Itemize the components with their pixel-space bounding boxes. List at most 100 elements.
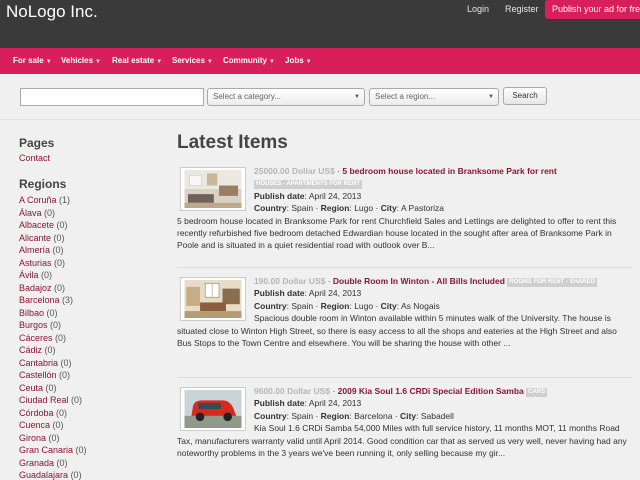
region-item: Girona (0) [19, 432, 149, 445]
listing-price: 190.00 Dollar US$ [254, 276, 326, 286]
category-tag[interactable]: HOUSES - APARTMENTS FOR RENT [254, 180, 363, 190]
nav-real-estate[interactable]: Real estate ▼ [112, 56, 162, 65]
region-item: Cantabria (0) [19, 357, 149, 370]
chevron-down-icon: ▼ [45, 59, 52, 65]
region-link[interactable]: A Coruña [19, 195, 57, 205]
category-tag[interactable]: ROOMS FOR RENT - SHARED [507, 278, 597, 287]
listing-item: 25000.00 Dollar US$ · 5 bedroom house lo… [177, 166, 617, 251]
region-count: (0) [56, 220, 68, 230]
region-link[interactable]: Barcelona [19, 295, 60, 305]
nav-for-sale[interactable]: For sale ▼ [13, 56, 52, 65]
publish-date: April 24, 2013 [308, 398, 362, 409]
region-count: (0) [44, 207, 56, 218]
region-value: Barcelona [354, 410, 393, 421]
contact-link[interactable]: Contact [19, 153, 149, 163]
region-count: (0) [75, 445, 87, 455]
country-label: Country [254, 410, 287, 421]
region-item: Alicante (0) [19, 232, 149, 245]
chevron-down-icon: ▼ [95, 59, 101, 65]
pages-heading: Pages [19, 136, 55, 150]
region-count: (0) [70, 470, 82, 480]
region-label: Region [320, 410, 350, 421]
region-item: Cádiz (0) [19, 344, 149, 357]
region-select[interactable]: Select a region... ▼ [369, 88, 499, 106]
region-link[interactable]: Cáceres [19, 333, 53, 343]
region-item: Burgos (0) [19, 319, 149, 332]
region-link[interactable]: Asturias [19, 258, 52, 268]
listing-thumbnail[interactable] [180, 167, 246, 211]
region-link[interactable]: Cádiz [19, 345, 42, 355]
region-link[interactable]: Albacete [19, 220, 54, 230]
region-item: Barcelona (3) [19, 294, 149, 307]
publish-date-label: Publish date [254, 288, 305, 299]
region-item: Ávila (0) [19, 269, 149, 282]
nav-jobs[interactable]: Jobs ▼ [285, 56, 312, 65]
register-link[interactable]: Register [505, 4, 539, 14]
site-logo[interactable]: NoLogo Inc. [6, 2, 98, 22]
region-count: (0) [45, 382, 57, 393]
region-item: Ciudad Real (0) [19, 394, 149, 407]
listing-item: 190.00 Dollar US$ · Double Room In Winto… [177, 276, 617, 349]
country-value: Spain [291, 410, 314, 421]
listing-thumbnail[interactable] [180, 277, 246, 321]
region-count: (0) [54, 282, 66, 293]
region-link[interactable]: Granada [19, 458, 54, 468]
listing-title[interactable]: 5 bedroom house located in Branksome Par… [342, 166, 556, 176]
region-item: Álava (0) [19, 207, 149, 220]
region-link[interactable]: Girona [19, 433, 46, 443]
page-title: Latest Items [177, 132, 288, 153]
item-divider [177, 377, 632, 378]
region-item: Bilbao (0) [19, 307, 149, 320]
region-select-value: Select a region... [375, 92, 436, 101]
nav-services[interactable]: Services ▼ [172, 56, 213, 65]
region-link[interactable]: Guadalajara [19, 470, 68, 480]
region-link[interactable]: Bilbao [19, 308, 44, 318]
region-link[interactable]: Cuenca [19, 420, 50, 430]
regions-heading: Regions [19, 177, 67, 191]
region-link[interactable]: Burgos [19, 320, 48, 330]
category-nav: For sale ▼ Vehicles ▼ Real estate ▼ Service… [0, 48, 640, 74]
item-divider [177, 267, 632, 268]
listing-title[interactable]: 2009 Kia Soul 1.6 CRDi Special Edition S… [338, 386, 524, 396]
nav-community[interactable]: Community ▼ [223, 56, 275, 65]
region-link[interactable]: Almería [19, 245, 50, 255]
listing-item: 9600.00 Dollar US$ · 2009 Kia Soul 1.6 C… [177, 386, 627, 459]
region-count: (0) [52, 420, 64, 430]
publish-date-label: Publish date [254, 190, 305, 201]
region-link[interactable]: Cantabria [19, 358, 58, 368]
search-input[interactable] [20, 88, 204, 106]
region-link[interactable]: Gran Canaria [19, 445, 73, 455]
region-item: Cuenca (0) [19, 419, 149, 432]
region-link[interactable]: Castellón [19, 370, 57, 380]
region-link[interactable]: Álava [19, 208, 42, 218]
region-count: (0) [71, 395, 83, 405]
country-value: Spain [291, 300, 314, 311]
publish-ad-button[interactable]: Publish your ad for free [545, 0, 640, 19]
country-label: Country [254, 203, 287, 214]
main-content: Latest Items [177, 132, 632, 154]
region-link[interactable]: Alicante [19, 233, 51, 243]
region-count: (0) [52, 245, 64, 255]
region-link[interactable]: Ávila [19, 270, 39, 280]
category-select-value: Select a category... [213, 92, 281, 101]
listing-title[interactable]: Double Room In Winton - All Bills Includ… [333, 276, 505, 286]
region-count: (0) [41, 270, 53, 280]
region-link[interactable]: Ceuta [19, 383, 43, 393]
listing-thumbnail[interactable] [180, 387, 246, 431]
search-button[interactable]: Search [503, 87, 547, 105]
chevron-down-icon: ▼ [206, 59, 213, 65]
region-link[interactable]: Ciudad Real [19, 395, 69, 405]
region-item: Granada (0) [19, 457, 149, 470]
category-tag[interactable]: CARS [526, 388, 548, 397]
publish-date: April 24, 2013 [308, 190, 362, 201]
region-link[interactable]: Córdoba [19, 408, 54, 418]
region-link[interactable]: Badajoz [19, 283, 52, 293]
region-item: Almería (0) [19, 244, 149, 257]
region-label: Region [320, 300, 350, 311]
region-item: Castellón (0) [19, 369, 149, 382]
nav-vehicles[interactable]: Vehicles ▼ [61, 56, 101, 65]
region-label: Region [320, 203, 350, 214]
login-link[interactable]: Login [467, 4, 489, 14]
sidebar: Pages Contact Regions A Coruña (1) Álava … [19, 136, 149, 480]
category-select[interactable]: Select a category... ▼ [207, 88, 365, 106]
